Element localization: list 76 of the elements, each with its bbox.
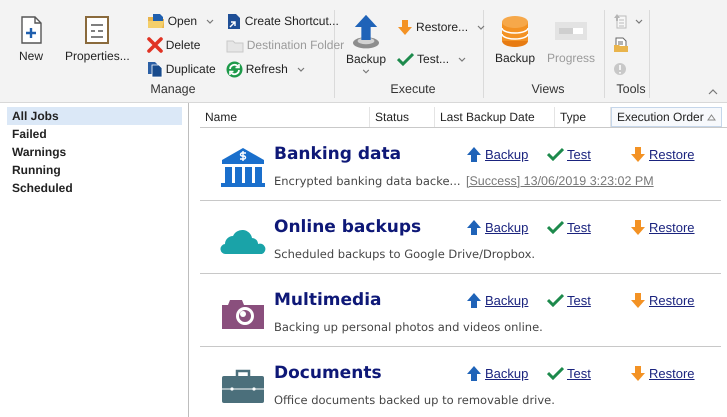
open-folder-icon (146, 13, 165, 29)
job-action-link[interactable]: Restore (630, 218, 695, 236)
job-action-link[interactable]: Test (547, 146, 591, 162)
job-title: Documents (274, 363, 383, 383)
sidebar-item[interactable]: All Jobs (7, 107, 182, 125)
sidebar-item[interactable]: Warnings (7, 143, 182, 161)
down-arrow-icon (630, 364, 646, 382)
down-arrow-icon (397, 18, 414, 36)
ribbon-button[interactable]: Delete (144, 34, 218, 56)
caret-icon (458, 56, 466, 62)
up-arrow-icon (466, 364, 482, 382)
job-action-link[interactable]: Restore (630, 292, 695, 308)
checkmark-icon (547, 147, 564, 161)
group-label: Tools (615, 82, 647, 98)
ribbon-button[interactable]: Restore... (395, 16, 488, 38)
duplicate-documents-icon (146, 60, 163, 78)
down-arrow-icon (630, 292, 646, 308)
ribbon-button[interactable]: Test... (395, 48, 488, 70)
job-action-link[interactable]: Test (547, 220, 591, 234)
down-arrow-icon (630, 218, 646, 236)
checkmark-icon (547, 220, 564, 234)
ribbon-button[interactable]: Backup (492, 10, 538, 76)
column-header[interactable]: Name (200, 107, 370, 127)
group-label: Views (530, 82, 566, 98)
group-label: Execute (389, 82, 437, 98)
job-action-link[interactable]: Test (547, 366, 591, 380)
caret-icon (477, 24, 486, 30)
shortcut-document-icon (226, 12, 242, 30)
column-header[interactable]: Status (370, 107, 435, 127)
checkmark-icon (547, 293, 564, 307)
job-description: Encrypted banking data backe... (274, 174, 462, 188)
folder-document-icon (613, 37, 629, 53)
document-up-arrow-icon (613, 13, 629, 29)
database-stack-icon (500, 14, 530, 48)
column-header[interactable]: Execution Order (611, 107, 722, 127)
folder-icon (226, 38, 244, 52)
refresh-icon (226, 60, 243, 78)
job-description: Scheduled backups to Google Drive/Dropbox. (274, 247, 536, 261)
job-description: Office documents backed up to removable drive. (274, 393, 556, 407)
exclamation-icon (613, 62, 627, 76)
ribbon-button[interactable]: Duplicate (144, 58, 218, 80)
briefcase-icon (221, 368, 265, 404)
job-title: Multimedia (274, 290, 383, 310)
sort-ascending-icon (707, 114, 716, 120)
caret-icon (635, 18, 643, 24)
caret-icon (296, 66, 305, 72)
job-action-link[interactable]: Restore (630, 364, 695, 382)
job-action-link[interactable]: Backup (466, 292, 528, 308)
ribbon-button[interactable]: Open (144, 10, 218, 32)
chevron-up-icon (708, 89, 718, 95)
ribbon-button[interactable]: Properties... (62, 10, 133, 76)
up-arrow-icon (466, 292, 482, 308)
column-header[interactable]: Last Backup Date (435, 107, 555, 127)
checkmark-icon (397, 52, 414, 66)
sidebar-item[interactable]: Failed (7, 125, 182, 143)
delete-x-icon (146, 37, 163, 53)
job-action-link[interactable]: Restore (630, 146, 695, 162)
caret-icon (206, 18, 214, 24)
last-backup-status-link[interactable]: [Success] 13/06/2019 3:23:02 PM (466, 174, 721, 188)
job-description: Backing up personal photos and videos online. (274, 320, 544, 334)
job-action-link[interactable]: Backup (466, 364, 528, 382)
ribbon-button[interactable]: New (12, 10, 50, 76)
checkmark-icon (547, 366, 564, 380)
job-action-link[interactable]: Test (547, 292, 591, 308)
up-arrow-icon (466, 218, 482, 236)
up-arrow-icon (466, 146, 482, 162)
bank-icon (220, 147, 266, 187)
down-arrow-icon (630, 146, 646, 162)
job-title: Online backups (274, 217, 422, 237)
group-label: Manage (149, 82, 197, 98)
sidebar-item[interactable]: Scheduled (7, 179, 182, 197)
sidebar-item[interactable]: Running (7, 161, 182, 179)
job-title: Banking data (274, 144, 402, 164)
job-action-link[interactable]: Backup (466, 218, 528, 236)
job-action-link[interactable]: Backup (466, 146, 528, 162)
caret-icon (362, 69, 370, 74)
